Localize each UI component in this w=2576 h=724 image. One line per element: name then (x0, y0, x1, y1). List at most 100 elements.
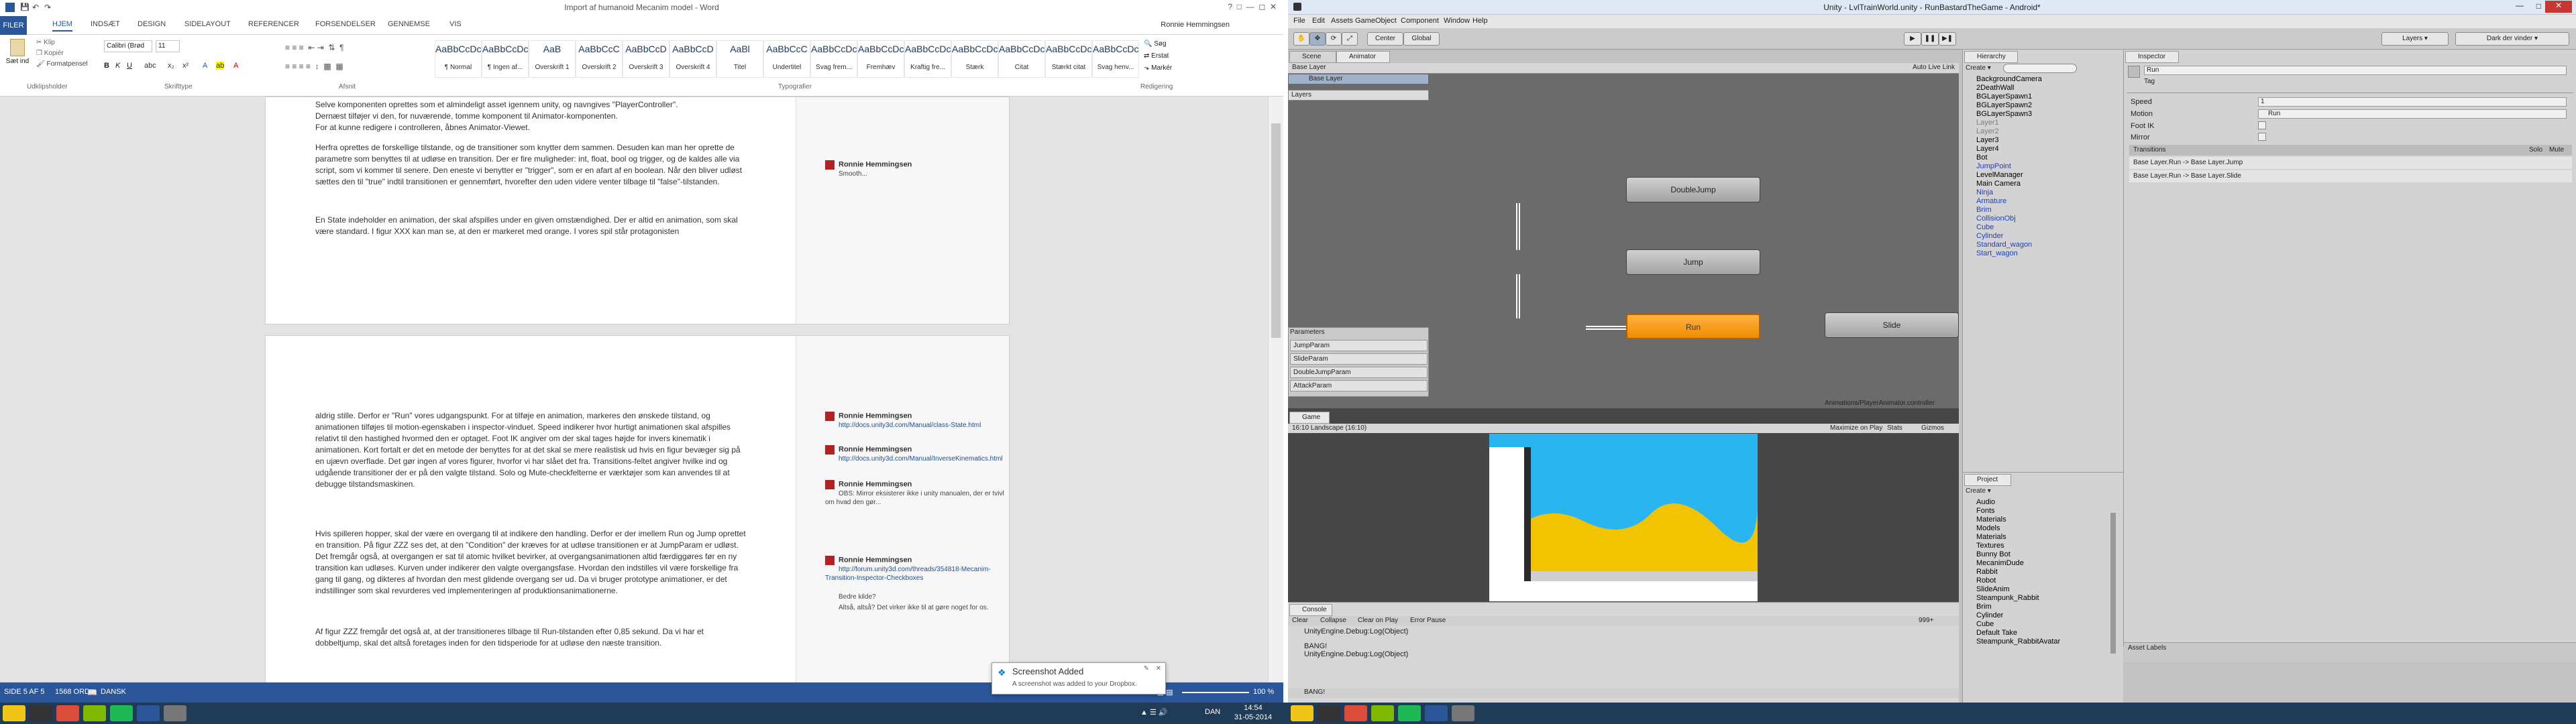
comment-reply[interactable]: Bedre kilde? (839, 593, 1026, 601)
paste-button[interactable]: Sæt ind (5, 39, 30, 66)
state-name-field[interactable]: Run (2144, 66, 2567, 75)
style-option[interactable]: AaBbCcDc Stærkt citat (1045, 40, 1092, 78)
style-option[interactable]: AaBbCcDc Stærk (951, 40, 998, 78)
tab-inspector[interactable]: Inspector (2125, 51, 2179, 63)
paragraph[interactable]: Herfra oprettes de forskellige tilstande… (315, 142, 751, 188)
chrome-icon[interactable] (56, 705, 79, 721)
project-item[interactable]: MecanimDude (1976, 559, 2024, 567)
hierarchy-item[interactable]: Armature (1976, 197, 2006, 205)
tab-mailings[interactable]: FORSENDELSER (315, 20, 376, 28)
clock-date[interactable]: 31-05-2014 (1233, 713, 1273, 721)
project-item[interactable]: Materials (1976, 533, 2006, 541)
style-option[interactable]: AaB Overskrift 1 (529, 40, 576, 78)
highlight-icon[interactable]: ab (216, 62, 225, 70)
bullets-icon[interactable]: ≡ ≡ ≡ ⇤ ⇥ ⇅ ¶ (285, 43, 344, 52)
hierarchy-item[interactable]: CollisionObj (1976, 215, 2016, 223)
paragraph[interactable]: aldrig stille. Derfor er "Run" vores udg… (315, 410, 751, 490)
paragraph[interactable]: Hvis spilleren hopper, skal der være en … (315, 528, 751, 597)
app-icon[interactable] (164, 705, 186, 721)
hierarchy-item[interactable]: Layer1 (1976, 119, 1999, 127)
gizmos-dropdown[interactable]: Gizmos (1921, 424, 1944, 432)
font-size-select[interactable]: 11 (156, 40, 180, 52)
language[interactable]: DANSK (101, 688, 126, 696)
project-item[interactable]: Cylinder (1976, 611, 2003, 619)
menu-file[interactable]: File (1293, 17, 1305, 25)
project-item[interactable]: Steampunk_RabbitAvatar (1976, 638, 2060, 646)
hierarchy-item[interactable]: Cube (1976, 223, 1994, 231)
menu-component[interactable]: Component (1401, 17, 1439, 25)
hand-tool-icon[interactable]: ✋ (1293, 32, 1309, 46)
pivot-center-button[interactable]: Center (1367, 32, 1403, 46)
text-effects-icon[interactable]: A (203, 62, 207, 70)
maximize-icon[interactable]: □ (2536, 1, 2541, 11)
italic-button[interactable]: K (115, 62, 120, 70)
close-icon[interactable]: ✕ (1156, 665, 1161, 672)
mirror-checkbox[interactable] (2258, 133, 2266, 141)
menu-window[interactable]: Window (1444, 17, 1470, 25)
play-icon[interactable]: ▶ (1904, 32, 1921, 46)
keyboard-language[interactable]: DAN (1205, 708, 1220, 716)
project-scrollbar[interactable] (2110, 513, 2116, 654)
hierarchy-search-input[interactable] (2003, 64, 2077, 73)
tray-icons[interactable]: ▲ ☰ 🔊 (1140, 708, 1168, 717)
state-run[interactable]: Run (1626, 314, 1760, 339)
hierarchy-item[interactable]: 2DeathWall (1976, 84, 2014, 92)
tab-view[interactable]: VIS (449, 20, 462, 28)
proofing-icon[interactable]: 📖 (87, 688, 97, 697)
scroll-thumb[interactable] (1271, 123, 1281, 338)
user-name[interactable]: Ronnie Hemmingsen (1161, 21, 1230, 29)
file-tab[interactable]: FILER (0, 16, 27, 35)
explorer-icon[interactable] (3, 705, 25, 721)
style-option[interactable]: AaBbCcC Undertitel (763, 40, 810, 78)
spotify-icon[interactable] (1398, 705, 1421, 721)
hierarchy-item[interactable]: Ninja (1976, 188, 1993, 196)
cut-button[interactable]: ✂ Klip (36, 39, 55, 46)
project-item[interactable]: Cube (1976, 620, 1994, 628)
zoom-level[interactable]: 100 % (1253, 688, 1274, 696)
project-item[interactable]: Fonts (1976, 507, 1995, 515)
project-item[interactable]: Bunny Bot (1976, 550, 2010, 558)
project-item[interactable]: Rabbit (1976, 568, 1998, 576)
style-option[interactable]: AaBbCcD Overskrift 4 (669, 40, 716, 78)
console-line[interactable]: UnityEngine.Debug:Log(Object) (1304, 627, 1408, 636)
speed-field[interactable]: 1 (2258, 97, 2567, 107)
style-option[interactable]: AaBbCcDc Citat (998, 40, 1045, 78)
font-name-select[interactable]: Calibri (Brød (104, 40, 152, 52)
move-tool-icon[interactable]: ✥ (1309, 32, 1326, 46)
window-controls[interactable]: ? □ — ◻ ✕ (1228, 2, 1277, 11)
style-option[interactable]: AaBbCcDc Svag frem... (810, 40, 857, 78)
project-item[interactable]: Audio (1976, 498, 1995, 506)
rotate-tool-icon[interactable]: ⟳ (1326, 32, 1342, 46)
console-clear-on-play-button[interactable]: Clear on Play (1358, 617, 1398, 624)
explorer-icon[interactable] (1291, 705, 1313, 721)
replace-button[interactable]: ⇄ Erstat (1144, 52, 1169, 60)
project-create-dropdown[interactable]: Create ▾ (1966, 487, 1991, 495)
zoom-slider[interactable] (1182, 692, 1249, 693)
comment-text[interactable]: http://forum.unity3d.com/threads/354818-… (825, 566, 991, 582)
copy-button[interactable]: ❐ Kopiér (36, 50, 64, 57)
aspect-dropdown[interactable]: 16:10 Landscape (16:10) (1292, 424, 1366, 432)
paragraph[interactable]: Dernæst tilføjer vi den, for nuværende, … (315, 111, 751, 122)
motion-field[interactable]: Run (2258, 109, 2567, 119)
menu-help[interactable]: Help (1472, 17, 1488, 25)
chrome-icon[interactable] (1344, 705, 1367, 721)
tab-project[interactable]: Project (1964, 474, 2011, 486)
pause-icon[interactable]: ❚❚ (1921, 32, 1939, 46)
style-option[interactable]: AaBbCcDc Fremhæv (857, 40, 904, 78)
project-item[interactable]: Brim (1976, 603, 1992, 611)
tab-page-layout[interactable]: SIDELAYOUT (184, 20, 231, 28)
font-color-icon[interactable]: A (233, 62, 238, 70)
hierarchy-item[interactable]: LevelManager (1976, 171, 2023, 179)
paragraph[interactable]: En State indeholder en animation, der sk… (315, 215, 751, 237)
style-option[interactable]: AaBbCcDc ¶ Normal (435, 40, 482, 78)
style-option[interactable]: AaBbCcDc Kraftig fre... (904, 40, 951, 78)
console-line[interactable]: BANG! (1304, 642, 1327, 650)
console-count[interactable]: 999+ (1919, 617, 1934, 624)
project-item[interactable]: Materials (1976, 516, 2006, 524)
hierarchy-item[interactable]: BGLayerSpawn2 (1976, 101, 2032, 109)
align-icons[interactable]: ≡ ≡ ≡ ≡ ↕ ▩ ▦ (285, 62, 343, 71)
paragraph[interactable]: Selve komponenten oprettes som et almind… (315, 99, 751, 111)
hierarchy-item[interactable]: Layer4 (1976, 145, 1999, 153)
console-error-pause-button[interactable]: Error Pause (1410, 617, 1446, 624)
find-button[interactable]: 🔍 Søg (1144, 40, 1167, 48)
